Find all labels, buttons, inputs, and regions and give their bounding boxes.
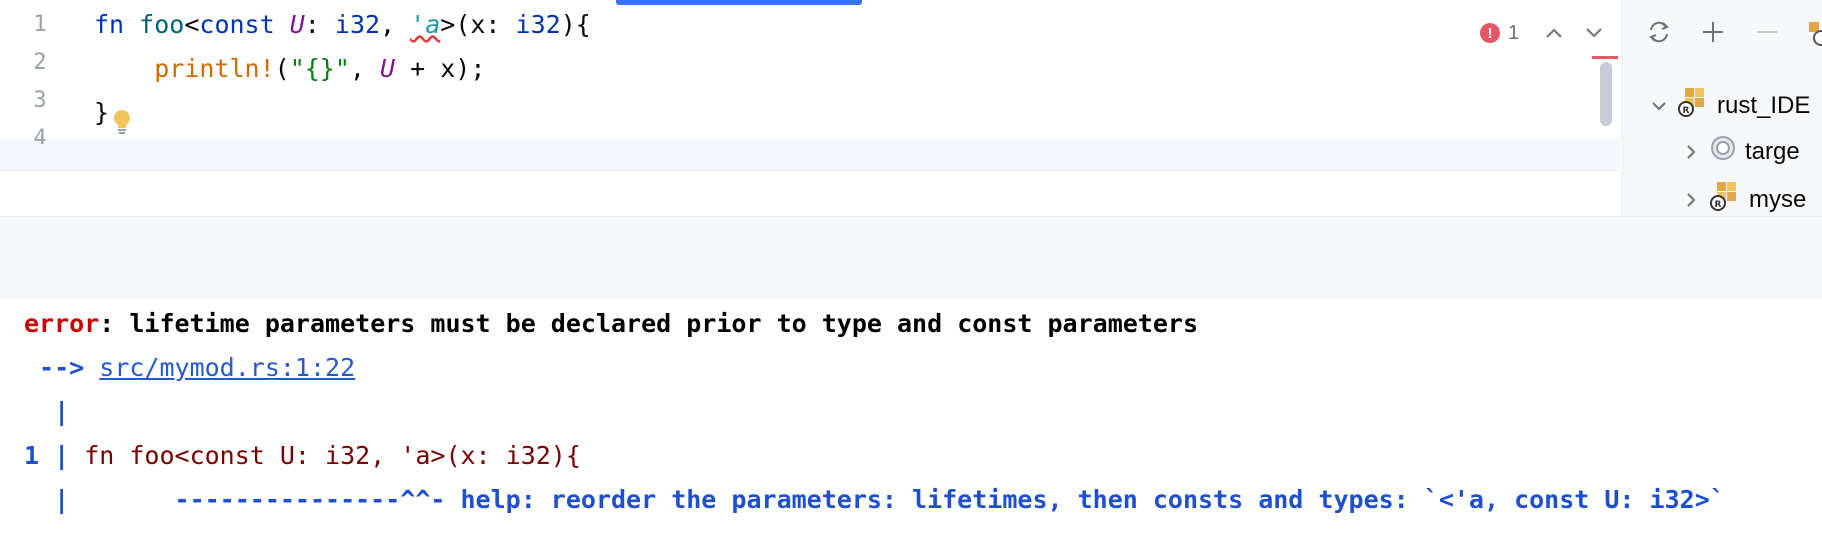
code-editor[interactable]: 1 2 3 4 fn foo<const U: i32, 'a>(x: i32)… [0,0,1620,171]
error-line: error: lifetime parameters must be decla… [24,309,1198,338]
arrow: --> [24,353,100,382]
gutter-pipe: | [24,485,70,514]
error-icon: ! [1480,23,1500,43]
punct: ){ [560,10,591,39]
tree-item-rust-ide[interactable]: R rust_IDE [1649,86,1810,125]
line-number: 4 [33,126,47,144]
current-line-highlight [0,138,1620,170]
punct: ( [274,54,290,83]
svg-text:R: R [1683,106,1690,116]
help-text: ---------------^^- help: reorder the par… [69,485,1725,514]
rust-module-icon[interactable] [1807,18,1822,46]
error-message: : lifetime parameters must be declared p… [99,309,1199,338]
source-code: fn foo<const U: i32, 'a>(x: i32){ [69,441,581,470]
punct: : [304,10,335,39]
string-literal: "{}" [289,54,350,83]
chevron-up-icon[interactable] [1541,20,1567,46]
location-line: --> src/mymod.rs:1:22 [24,353,355,382]
macro: println! [154,54,275,83]
error-count: 1 [1508,21,1520,44]
remove-icon[interactable] [1753,18,1781,46]
build-output-console[interactable]: error: lifetime parameters must be decla… [0,299,1822,544]
vertical-scrollbar[interactable] [1600,62,1612,126]
target-folder-icon [1709,134,1737,169]
type-parameter: U [380,54,396,83]
function-name: foo [139,10,185,39]
code-line-1[interactable]: fn foo<const U: i32, 'a>(x: i32){ [94,10,591,39]
tree-item-myse[interactable]: R myse [1681,180,1806,219]
tree-item-label: myse [1749,185,1807,213]
source-line-number: 1 | [24,441,70,470]
punct: , [380,10,411,39]
svg-text:R: R [1715,200,1722,210]
error-label: error [24,309,100,338]
tree-item-label: targe [1745,137,1800,165]
panel-separator [0,216,1822,300]
location-link[interactable]: src/mymod.rs:1:22 [99,353,355,382]
keyword: const [199,10,275,39]
chevron-down-icon[interactable] [1581,20,1607,46]
chevron-down-icon[interactable] [1649,96,1669,116]
help-line: | ---------------^^- help: reorder the p… [24,485,1725,514]
type: i32 [334,10,381,39]
project-toolbar [1623,18,1822,46]
sync-icon[interactable] [1645,18,1673,46]
punct: , [349,54,381,83]
chevron-right-icon[interactable] [1681,142,1701,162]
tree-item-target[interactable]: targe [1681,134,1800,169]
code-line-2[interactable]: println!("{}", U + x); [94,54,485,83]
lightbulb-icon[interactable] [112,108,132,136]
type: i32 [515,10,561,39]
line-gutter: 1 2 3 4 [0,0,86,170]
code-line-3[interactable]: } [94,98,109,127]
project-tool-window: R rust_IDE targe R myse [1622,0,1822,216]
punct: >(x: [440,10,516,39]
line-number: 2 [33,50,47,75]
chevron-right-icon[interactable] [1681,190,1701,210]
punct: + x); [395,54,486,83]
type-parameter: U [289,10,305,39]
line-number: 3 [33,88,47,113]
add-icon[interactable] [1699,18,1727,46]
gutter-pipe: | [24,397,70,426]
rust-module-icon: R [1677,86,1709,125]
line-number: 1 [33,12,47,37]
source-line: 1 | fn foo<const U: i32, 'a>(x: i32){ [24,441,581,470]
inspection-widget[interactable]: ! 1 [1480,20,1607,46]
lifetime-error[interactable]: 'a [410,10,440,39]
punct: < [184,10,200,39]
keyword: fn [94,10,125,39]
error-stripe-marker[interactable] [1592,56,1618,59]
scroll-indicator [616,0,862,5]
tree-item-label: rust_IDE [1717,91,1811,119]
rust-module-icon: R [1709,180,1741,219]
